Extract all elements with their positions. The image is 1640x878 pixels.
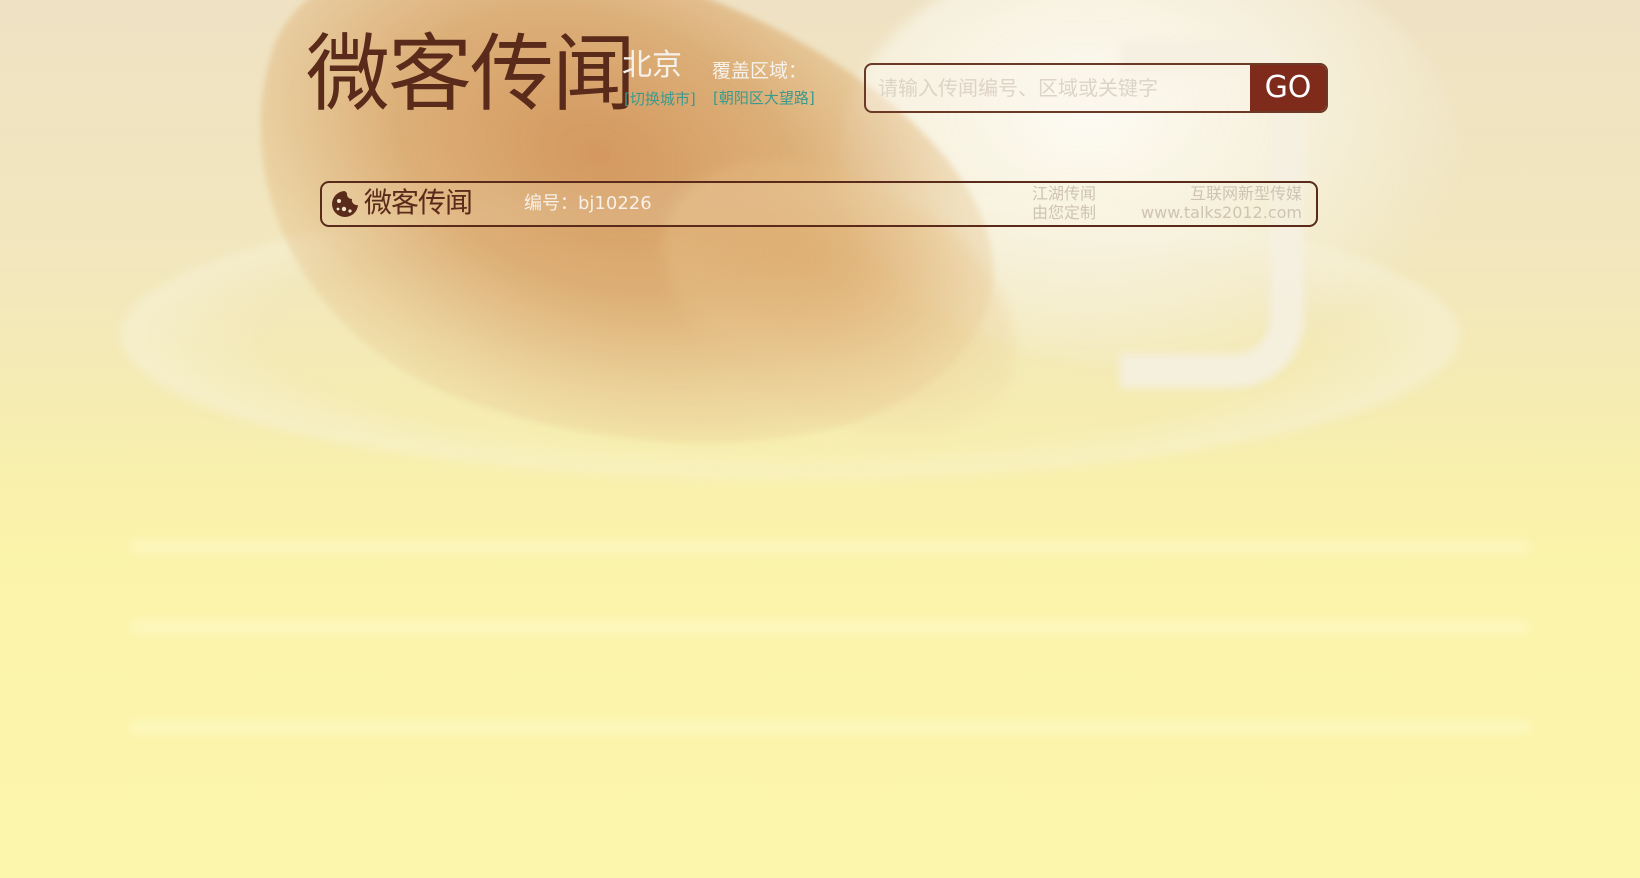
website-url: www.talks2012.com	[1141, 203, 1302, 222]
background-streak	[130, 620, 1530, 634]
background-photo	[0, 0, 1640, 878]
search-bar: GO	[864, 63, 1328, 113]
info-banner: 微客传闻 编号：bj10226 江湖传闻 互联网新型传媒 由您定制 www.ta…	[320, 181, 1318, 227]
slogan-line1-right: 互联网新型传媒	[1189, 184, 1302, 203]
serial-number: 编号：bj10226	[524, 193, 652, 214]
background-plate	[120, 190, 1460, 480]
slogan-line2-left: 由您定制	[1032, 203, 1097, 222]
coverage-area-link[interactable]: [朝阳区大望路]	[713, 88, 815, 108]
search-input[interactable]	[866, 65, 1250, 111]
slogan-line1-left: 江湖传闻	[1032, 184, 1097, 203]
background-croissant-tip	[615, 104, 1065, 496]
go-button[interactable]: GO	[1250, 65, 1326, 111]
site-logo[interactable]: 微客传闻	[306, 26, 636, 122]
background-streak	[130, 540, 1530, 554]
cookie-icon	[332, 191, 358, 217]
banner-logo-text: 微客传闻	[364, 186, 473, 219]
page: 微客传闻 北京 [切换城市] 覆盖区域： [朝阳区大望路] GO 微客传闻 编号…	[0, 0, 1640, 878]
switch-city-link[interactable]: [切换城市]	[624, 89, 696, 109]
slogan: 江湖传闻 互联网新型传媒 由您定制 www.talks2012.com	[1032, 184, 1302, 224]
current-city: 北京	[622, 48, 682, 83]
background-streak	[130, 720, 1530, 734]
background-fade	[0, 420, 1640, 878]
coverage-area-label: 覆盖区域：	[712, 60, 808, 82]
